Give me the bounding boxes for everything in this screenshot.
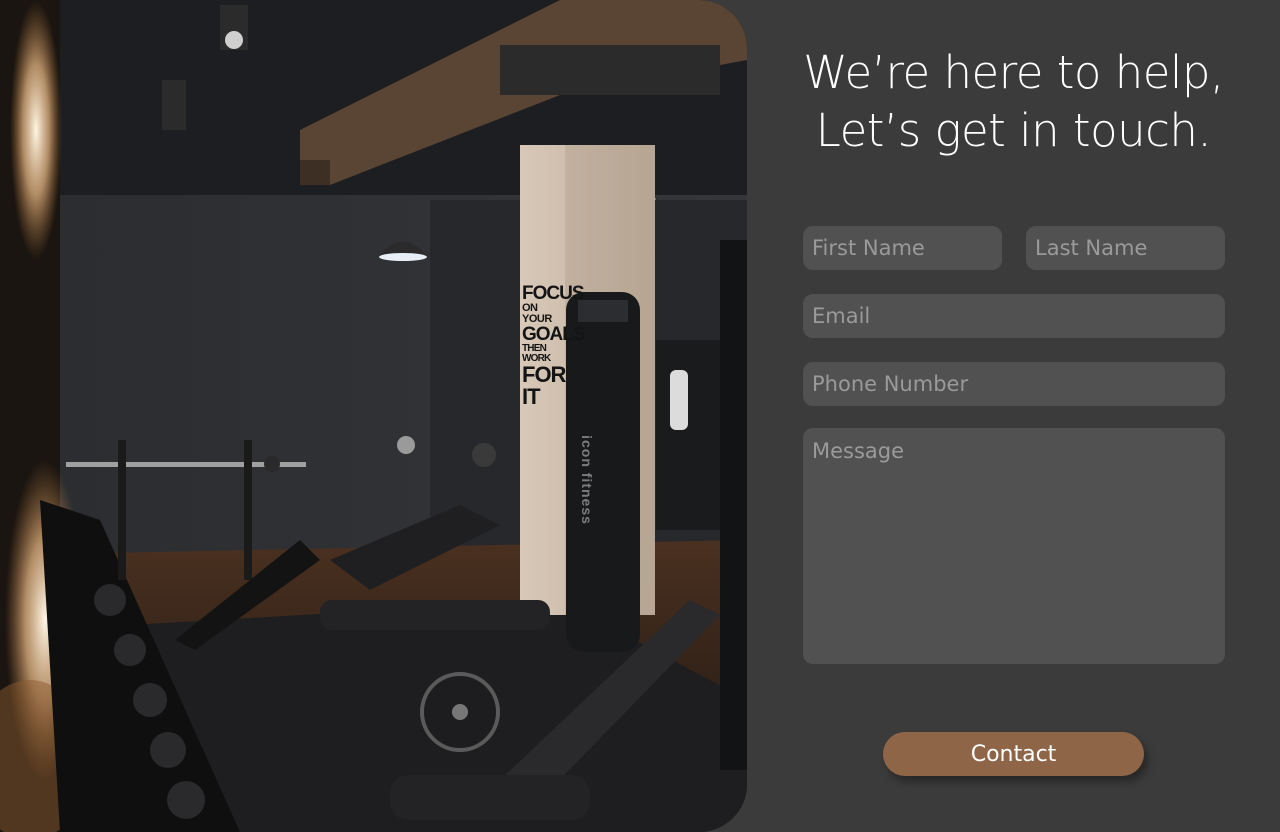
last-name-field[interactable] — [1026, 226, 1225, 270]
first-name-field[interactable] — [803, 226, 1002, 270]
poster-line: THEN WORK — [522, 343, 551, 364]
poster-line: FOCUS — [522, 283, 585, 304]
gym-interior-illustration — [0, 0, 747, 832]
headline-line-1: We’re here to help, — [803, 46, 1224, 99]
poster-line: FOR IT — [522, 362, 566, 409]
poster-line: GOALS — [522, 324, 586, 345]
motivational-poster: FOCUS ON YOUR GOALS THEN WORK FOR IT — [522, 283, 586, 409]
email-field[interactable] — [803, 294, 1225, 338]
phone-number-field[interactable] — [803, 362, 1225, 406]
contact-button[interactable]: Contact — [883, 732, 1144, 776]
gym-hero-image: FOCUS ON YOUR GOALS THEN WORK FOR IT ico… — [0, 0, 747, 832]
message-field[interactable] — [803, 428, 1225, 664]
machine-brand-label: icon fitness — [579, 435, 595, 525]
headline-line-2: Let’s get in touch. — [815, 104, 1212, 157]
contact-panel: We’re here to help, Let’s get in touch. … — [747, 0, 1280, 832]
poster-line: ON YOUR — [522, 302, 552, 325]
contact-page: FOCUS ON YOUR GOALS THEN WORK FOR IT ico… — [0, 0, 1280, 832]
page-title: We’re here to help, Let’s get in touch. — [747, 44, 1280, 160]
